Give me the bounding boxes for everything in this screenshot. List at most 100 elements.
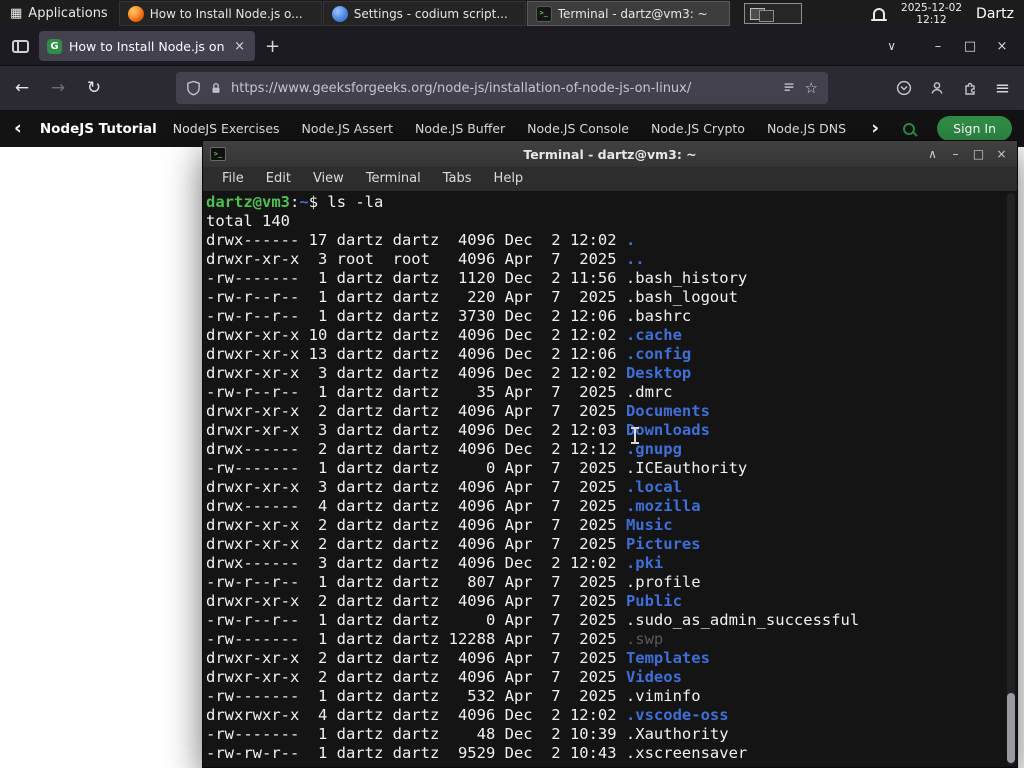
terminal-window-title: Terminal - dartz@vm3: ~ [523, 146, 697, 162]
back-button[interactable]: ← [10, 78, 34, 98]
browser-tab-bar: G How to Install Node.js on × + ∨ – □ × [0, 27, 1024, 65]
firefox-icon [127, 5, 144, 22]
url-bar[interactable]: https://www.geeksforgeeks.org/node-js/in… [176, 72, 828, 104]
sitenav-item[interactable]: Node.JS Assert [302, 121, 394, 136]
terminal-close-button[interactable]: × [990, 147, 1013, 161]
reader-mode-icon[interactable] [782, 81, 796, 95]
sitenav-item-nodejs-tutorial[interactable]: NodeJS Tutorial [40, 121, 157, 137]
clock-date: 2025-12-02 [901, 1, 963, 14]
terminal-line: -rw------- 1 dartz dartz 1120 Dec 2 11:5… [206, 269, 748, 287]
sitenav-item[interactable]: NodeJS Exercises [173, 121, 280, 136]
terminal-line: drwxrwxr-x 4 dartz dartz 4096 Dec 2 12:0… [206, 706, 729, 724]
terminal-line: -rw------- 1 dartz dartz 0 Apr 7 2025 .I… [206, 459, 748, 477]
terminal-line: -rw-r--r-- 1 dartz dartz 3730 Dec 2 12:0… [206, 307, 692, 325]
reload-button[interactable]: ↻ [82, 78, 106, 98]
top-panel: ▦ Applications How to Install Node.js o.… [0, 0, 1024, 27]
taskbar-window-title: How to Install Node.js o... [149, 6, 303, 21]
terminal-shade-button[interactable]: ∧ [921, 147, 944, 161]
tab-close-icon[interactable]: × [232, 39, 247, 54]
terminal-line: total 140 [206, 212, 290, 230]
forward-button[interactable]: → [46, 78, 70, 98]
bookmark-star-icon[interactable]: ☆ [804, 79, 817, 97]
browser-nav-toolbar: ← → ↻ https://www.geeksforgeeks.org/node… [0, 65, 1024, 110]
new-tab-button[interactable]: + [255, 36, 290, 57]
toolbar-right-icons: ≡ [896, 78, 1014, 99]
hamburger-menu-icon[interactable]: ≡ [995, 78, 1010, 99]
terminal-line: drwxr-xr-x 3 dartz dartz 4096 Dec 2 12:0… [206, 364, 692, 382]
terminal-scrollbar[interactable] [1007, 193, 1015, 765]
taskbar-window-title: Terminal - dartz@vm3: ~ [557, 6, 708, 21]
terminal-line: dartz@vm3:~$ ls -la [206, 193, 384, 211]
session-user-button[interactable]: Dartz [970, 6, 1024, 22]
terminal-line: -rw-r--r-- 1 dartz dartz 220 Apr 7 2025 … [206, 288, 738, 306]
sitenav-item[interactable]: Node.JS Buffer [415, 121, 505, 136]
taskbar-window-terminal[interactable]: >_ Terminal - dartz@vm3: ~ [526, 1, 730, 26]
browser-close-button[interactable]: × [986, 39, 1018, 54]
browser-tab[interactable]: G How to Install Node.js on × [39, 31, 255, 61]
workspace-switcher[interactable] [743, 3, 802, 24]
tracking-protection-shield-icon[interactable] [186, 80, 201, 96]
nav-scroll-right-icon[interactable]: › [869, 119, 881, 138]
terminal-menu-edit[interactable]: Edit [255, 167, 302, 191]
terminal-menu-tabs[interactable]: Tabs [432, 167, 483, 191]
nav-scroll-left-icon[interactable]: ‹ [12, 119, 24, 138]
taskbar-window-firefox[interactable]: How to Install Node.js o... [118, 1, 322, 26]
terminal-menu-file[interactable]: File [211, 167, 255, 191]
browser-maximize-button[interactable]: □ [954, 39, 986, 54]
lock-icon[interactable] [209, 81, 223, 96]
panel-taskbar: How to Install Node.js o... Settings - co… [118, 0, 730, 27]
terminal-line: drwxr-xr-x 2 dartz dartz 4096 Apr 7 2025… [206, 592, 682, 610]
terminal-line: drwxr-xr-x 2 dartz dartz 4096 Apr 7 2025… [206, 516, 673, 534]
mouse-cursor [631, 427, 639, 444]
terminal-line: drwxr-xr-x 3 dartz dartz 4096 Dec 2 12:0… [206, 421, 710, 439]
panel-clock[interactable]: 2025-12-02 12:12 [893, 2, 970, 26]
terminal-scrollbar-thumb[interactable] [1007, 693, 1015, 763]
terminal-line: -rw-r--r-- 1 dartz dartz 35 Apr 7 2025 .… [206, 383, 673, 401]
terminal-line: -rw-r--r-- 1 dartz dartz 0 Apr 7 2025 .s… [206, 611, 860, 629]
settings-icon [331, 5, 348, 22]
terminal-line: drwxr-xr-x 3 root root 4096 Apr 7 2025 .… [206, 250, 645, 268]
tab-title: How to Install Node.js on [69, 38, 225, 54]
terminal-line: -rw-r--r-- 1 dartz dartz 807 Apr 7 2025 … [206, 573, 701, 591]
terminal-menu-help[interactable]: Help [483, 167, 535, 191]
list-all-tabs-icon[interactable]: ∨ [879, 39, 922, 53]
sign-in-button[interactable]: Sign In [937, 116, 1012, 141]
terminal-line: drwxr-xr-x 2 dartz dartz 4096 Apr 7 2025… [206, 668, 682, 686]
url-text: https://www.geeksforgeeks.org/node-js/in… [231, 80, 692, 96]
terminal-line: drwxr-xr-x 2 dartz dartz 4096 Apr 7 2025… [206, 649, 710, 667]
taskbar-window-settings[interactable]: Settings - codium script... [322, 1, 526, 26]
sitenav-item[interactable]: Node.JS Console [527, 121, 629, 136]
geeksforgeeks-favicon: G [47, 38, 62, 54]
terminal-line: drwxr-xr-x 3 dartz dartz 4096 Apr 7 2025… [206, 478, 682, 496]
terminal-line: -rw------- 1 dartz dartz 532 Apr 7 2025 … [206, 687, 701, 705]
clock-time: 12:12 [916, 13, 947, 26]
terminal-maximize-button[interactable]: □ [967, 147, 990, 161]
terminal-line: drwxr-xr-x 10 dartz dartz 4096 Dec 2 12:… [206, 326, 682, 344]
site-search-icon[interactable] [903, 122, 916, 135]
firefox-view-icon[interactable] [12, 39, 29, 53]
terminal-window: >_ Terminal - dartz@vm3: ~ ∧ – □ × File E… [202, 140, 1018, 768]
browser-minimize-button[interactable]: – [922, 39, 954, 54]
terminal-title-bar[interactable]: >_ Terminal - dartz@vm3: ~ ∧ – □ × [203, 141, 1017, 167]
terminal-line: -rw-rw-r-- 1 dartz dartz 9529 Dec 2 10:4… [206, 744, 748, 762]
terminal-icon: >_ [535, 5, 552, 22]
terminal-minimize-button[interactable]: – [944, 147, 967, 161]
pocket-icon[interactable] [896, 80, 912, 96]
terminal-line: drwx------ 17 dartz dartz 4096 Dec 2 12:… [206, 231, 636, 249]
terminal-window-controls: ∧ – □ × [921, 141, 1013, 167]
terminal-menu-terminal[interactable]: Terminal [355, 167, 432, 191]
sitenav-item[interactable]: Node.JS DNS [767, 121, 846, 136]
extensions-icon[interactable] [962, 80, 978, 96]
terminal-output: dartz@vm3:~$ ls -la total 140 drwx------ 1… [206, 193, 1017, 763]
terminal-line: -rw------- 1 dartz dartz 12288 Apr 7 202… [206, 630, 664, 648]
applications-menu-button[interactable]: ▦ Applications [0, 0, 118, 27]
terminal-line: drwxr-xr-x 13 dartz dartz 4096 Dec 2 12:… [206, 345, 692, 363]
terminal-line: drwx------ 2 dartz dartz 4096 Dec 2 12:1… [206, 440, 682, 458]
account-icon[interactable] [929, 80, 945, 96]
notifications-button[interactable] [865, 0, 893, 27]
bell-icon [871, 8, 888, 21]
sitenav-item[interactable]: Node.JS Crypto [651, 121, 745, 136]
terminal-screen[interactable]: dartz@vm3:~$ ls -la total 140 drwx------ 1… [203, 191, 1017, 767]
terminal-menu-view[interactable]: View [302, 167, 355, 191]
terminal-line: drwxr-xr-x 2 dartz dartz 4096 Apr 7 2025… [206, 402, 710, 420]
